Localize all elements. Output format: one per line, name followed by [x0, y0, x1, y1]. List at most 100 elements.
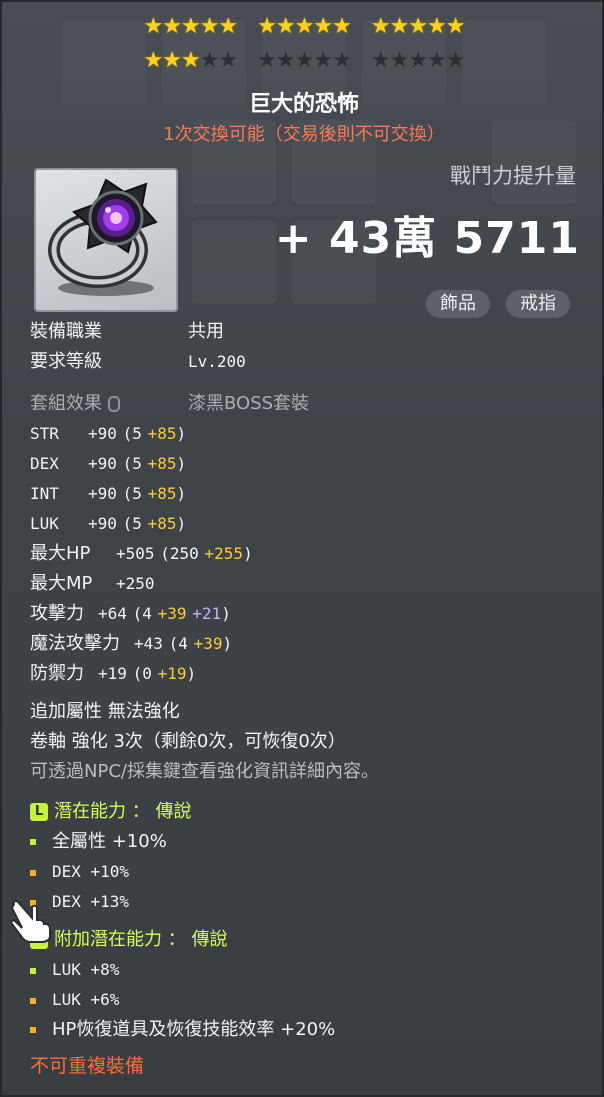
lock-icon	[108, 396, 120, 412]
req-job-value: 共用	[188, 321, 224, 342]
stat-starforce-bonus: +21	[192, 604, 222, 623]
stat-close: )	[176, 514, 187, 533]
req-job-label: 裝備職業	[30, 321, 102, 342]
additional-potential-line-text: LUK +8%	[52, 960, 120, 979]
trade-note: 1次交換可能（交易後則不可交換）	[163, 124, 445, 145]
enhance-hint: 可透過NPC/採集鍵查看強化資訊詳細內容。	[30, 761, 379, 782]
stat-name: INT	[30, 484, 59, 503]
potential-line-text: DEX +10%	[52, 862, 130, 881]
req-level-value: Lv.200	[188, 352, 246, 371]
stat-bonus: +85	[147, 484, 177, 503]
stat-row: 防禦力 +19 (0 +19)	[30, 662, 196, 686]
stat-total: +505	[116, 544, 155, 563]
stat-bonus: +85	[147, 514, 177, 533]
stat-total: +250	[116, 574, 155, 593]
star-empty-icon: ★	[199, 48, 220, 73]
star-filled-icon: ★	[143, 14, 163, 39]
star-group: ★★★★★	[257, 14, 352, 40]
star-empty-icon: ★	[427, 48, 447, 73]
stat-row: 魔法攻擊力 +43 (4 +39)	[30, 632, 232, 656]
stat-close: )	[176, 424, 187, 443]
stat-name: STR	[30, 424, 59, 443]
additional-potential-line: LUK +8%	[30, 958, 119, 982]
ring-icon	[48, 178, 158, 296]
star-filled-icon: ★	[294, 14, 315, 39]
stat-row: 最大HP +505 (250 +255)	[30, 542, 253, 566]
hand-cursor-icon	[10, 900, 51, 943]
item-name: 巨大的恐怖	[248, 92, 359, 117]
star-empty-icon: ★	[294, 48, 315, 73]
unique-equip-note: 不可重複裝備	[30, 1055, 145, 1077]
stat-total: +43	[134, 634, 163, 653]
additional-potential-title: 附加潛在能力 ： 傳說	[54, 929, 228, 950]
stat-row: DEX +90 (5 +85)	[30, 452, 186, 476]
star-group: ★★★★★	[257, 48, 352, 74]
stat-bonus: +39	[193, 634, 223, 653]
star-force-row-2: ★★★★★ ★★★★★ ★★★★★	[2, 48, 604, 74]
stat-row: 最大MP +250	[30, 572, 155, 596]
star-filled-icon: ★	[389, 14, 410, 39]
stat-bonus: +85	[147, 424, 177, 443]
combat-power-label: 戰鬥力提升量	[450, 164, 576, 188]
star-group: ★★★★★	[143, 14, 238, 40]
req-level-label: 要求等級	[30, 351, 102, 372]
set-effect-value: 漆黑BOSS套裝	[188, 393, 310, 414]
stat-bonus: +19	[157, 664, 187, 683]
stat-total: +90	[88, 484, 117, 503]
star-filled-icon: ★	[445, 14, 466, 39]
tag-accessory: 飾品	[426, 290, 490, 318]
star-empty-icon: ★	[257, 48, 277, 73]
stat-total: +90	[88, 514, 117, 533]
stat-base: (0	[132, 664, 152, 683]
stat-name: 最大MP	[30, 573, 93, 594]
stat-row: 攻擊力 +64 (4 +39 +21)	[30, 602, 231, 626]
star-filled-icon: ★	[257, 14, 277, 39]
stat-row: STR +90 (5 +85)	[30, 422, 186, 446]
stat-name: DEX	[30, 454, 59, 473]
additional-potential-header: L附加潛在能力 ： 傳說	[30, 928, 227, 952]
legendary-badge-icon: L	[30, 803, 48, 821]
stat-base: (5	[122, 454, 142, 473]
stat-base: (4	[168, 634, 188, 653]
star-filled-icon: ★	[427, 14, 447, 39]
background-tile	[192, 220, 276, 304]
star-empty-icon: ★	[389, 48, 410, 73]
bullet-icon	[30, 997, 36, 1004]
set-effect-row[interactable]: 套組效果 漆黑BOSS套裝	[30, 392, 309, 416]
stat-total: +64	[98, 604, 127, 623]
stat-base: (5	[122, 514, 142, 533]
stat-name: LUK	[30, 514, 59, 533]
star-filled-icon: ★	[199, 14, 220, 39]
star-empty-icon: ★	[408, 48, 428, 73]
star-empty-icon: ★	[332, 48, 352, 73]
bullet-icon	[30, 869, 36, 876]
stat-base: (5	[122, 424, 142, 443]
star-group: ★★★★★	[371, 48, 466, 74]
stat-total: +90	[88, 424, 117, 443]
star-filled-icon: ★	[162, 14, 182, 39]
star-filled-icon: ★	[143, 48, 163, 73]
stat-bonus: +255	[204, 544, 244, 563]
potential-line: DEX +10%	[30, 860, 129, 884]
bullet-icon	[30, 839, 36, 845]
stat-close: )	[222, 634, 233, 653]
additional-potential-line: LUK +6%	[30, 988, 119, 1012]
stat-close: )	[176, 484, 187, 503]
star-filled-icon: ★	[370, 14, 391, 39]
scroll-info: 卷軸 強化 3次（剩餘0次，可恢復0次）	[30, 731, 346, 752]
star-filled-icon: ★	[162, 48, 182, 73]
req-job-row: 裝備職業 共用	[30, 320, 224, 344]
additional-attr: 追加屬性 無法強化	[30, 701, 180, 722]
star-group: ★★★★★	[143, 48, 238, 74]
stat-close: )	[186, 664, 197, 683]
stat-name: 魔法攻擊力	[30, 633, 120, 654]
stat-bonus: +85	[147, 454, 177, 473]
stat-close: )	[243, 544, 253, 563]
star-filled-icon: ★	[180, 14, 201, 39]
stat-bonus: +39	[157, 604, 187, 623]
combat-power-value: + 43萬 5711	[274, 213, 580, 264]
star-empty-icon: ★	[218, 48, 238, 73]
additional-potential-line-text: HP恢復道具及恢復技能效率 +20%	[52, 1019, 336, 1040]
stat-base: (250	[160, 544, 199, 563]
star-empty-icon: ★	[313, 48, 333, 73]
